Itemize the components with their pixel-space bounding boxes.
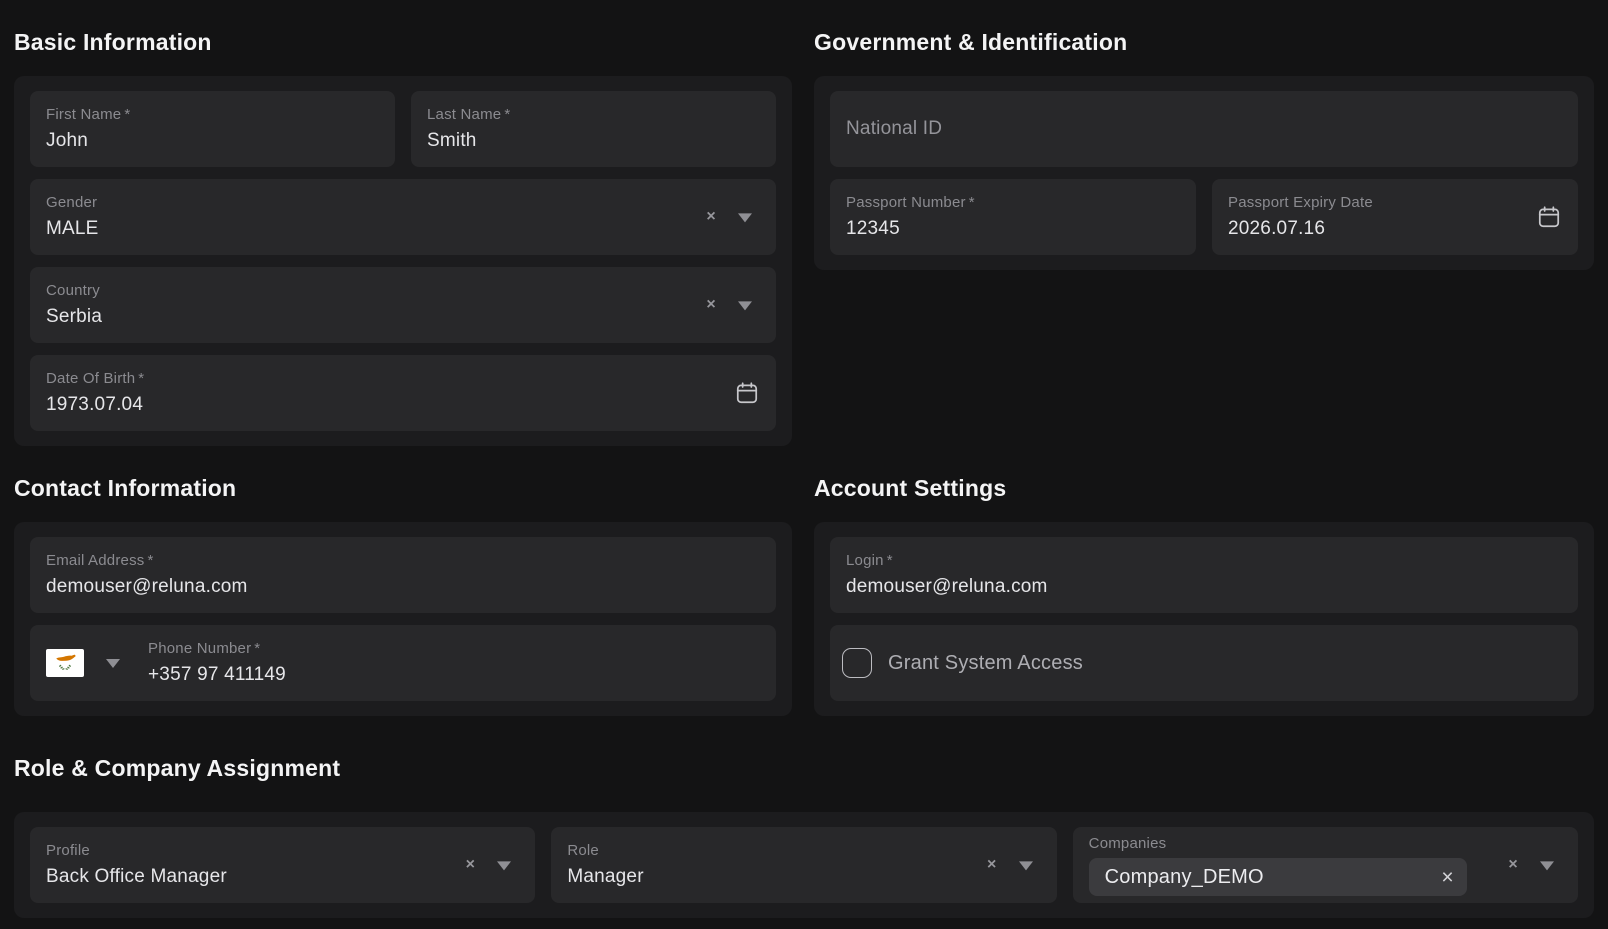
profile-label: Profile xyxy=(46,842,519,860)
chevron-down-icon[interactable] xyxy=(1019,861,1033,870)
clear-icon[interactable]: × xyxy=(461,856,479,874)
last-name-label: Last Name* xyxy=(427,106,760,124)
section-basic-information: Basic Information First Name* John Last … xyxy=(14,0,792,446)
chevron-down-icon[interactable] xyxy=(738,301,752,310)
calendar-icon[interactable] xyxy=(734,380,760,406)
passport-number-field[interactable]: Passport Number* 12345 xyxy=(830,179,1196,255)
passport-expiry-value: 2026.07.16 xyxy=(1228,217,1562,241)
calendar-icon-glyph xyxy=(734,380,760,406)
name-row: First Name* John Last Name* Smith xyxy=(30,91,776,167)
phone-number-field[interactable]: Phone Number* +357 97 411149 xyxy=(30,625,776,701)
required-asterisk: * xyxy=(147,552,153,569)
required-asterisk: * xyxy=(504,106,510,123)
email-address-label: Email Address* xyxy=(46,552,760,570)
contact-information-card: Email Address* demouser@reluna.com xyxy=(14,522,792,716)
grant-system-access-row: Grant System Access xyxy=(830,625,1578,701)
chevron-down-icon[interactable] xyxy=(106,659,120,668)
role-company-assignment-title: Role & Company Assignment xyxy=(14,754,1594,782)
basic-information-card: First Name* John Last Name* Smith Gender… xyxy=(14,76,792,446)
companies-label: Companies xyxy=(1089,835,1562,853)
country-code-selector[interactable] xyxy=(46,649,84,677)
login-label: Login* xyxy=(846,552,1562,570)
role-company-row: Profile Back Office Manager × Role Manag… xyxy=(30,827,1578,903)
date-of-birth-field[interactable]: Date Of Birth* 1973.07.04 xyxy=(30,355,776,431)
email-address-field[interactable]: Email Address* demouser@reluna.com xyxy=(30,537,776,613)
required-asterisk: * xyxy=(969,194,975,211)
chevron-down-icon[interactable] xyxy=(738,213,752,222)
passport-number-label: Passport Number* xyxy=(846,194,1180,212)
profile-select[interactable]: Profile Back Office Manager × xyxy=(30,827,535,903)
required-asterisk: * xyxy=(887,552,893,569)
phone-number-label: Phone Number* xyxy=(148,640,286,658)
role-label: Role xyxy=(567,842,1040,860)
companies-select[interactable]: Companies Company_DEMO × × xyxy=(1073,827,1578,903)
required-asterisk: * xyxy=(124,106,130,123)
top-sections-grid: Basic Information First Name* John Last … xyxy=(14,0,1594,716)
national-id-field[interactable]: National ID xyxy=(830,91,1578,167)
last-name-value: Smith xyxy=(427,129,760,153)
country-label: Country xyxy=(46,282,760,300)
first-name-label: First Name* xyxy=(46,106,379,124)
user-profile-form: Basic Information First Name* John Last … xyxy=(0,0,1608,929)
grant-system-access-checkbox[interactable] xyxy=(842,648,872,678)
basic-information-title: Basic Information xyxy=(14,28,792,56)
first-name-field[interactable]: First Name* John xyxy=(30,91,395,167)
section-account-settings: Account Settings Login* demouser@reluna.… xyxy=(814,446,1594,716)
chevron-down-icon[interactable] xyxy=(497,861,511,870)
contact-information-title: Contact Information xyxy=(14,474,792,502)
calendar-icon[interactable] xyxy=(1536,204,1562,230)
country-value: Serbia xyxy=(46,305,760,329)
government-identification-card: National ID Passport Number* 12345 Passp… xyxy=(814,76,1594,270)
chevron-down-icon[interactable] xyxy=(1540,861,1554,870)
profile-value: Back Office Manager xyxy=(46,865,519,889)
section-government-identification: Government & Identification National ID … xyxy=(814,0,1594,446)
passport-number-value: 12345 xyxy=(846,217,1180,241)
gender-value: MALE xyxy=(46,217,760,241)
role-select[interactable]: Role Manager × xyxy=(551,827,1056,903)
calendar-icon-glyph xyxy=(1536,204,1562,230)
company-chip: Company_DEMO × xyxy=(1089,858,1467,896)
phone-number-value: +357 97 411149 xyxy=(148,663,286,687)
login-field[interactable]: Login* demouser@reluna.com xyxy=(830,537,1578,613)
role-value: Manager xyxy=(567,865,1040,889)
passport-expiry-field[interactable]: Passport Expiry Date 2026.07.16 xyxy=(1212,179,1578,255)
account-settings-title: Account Settings xyxy=(814,474,1594,502)
company-chip-label: Company_DEMO xyxy=(1105,866,1264,889)
role-company-assignment-card: Profile Back Office Manager × Role Manag… xyxy=(14,812,1594,918)
gender-select[interactable]: Gender MALE × xyxy=(30,179,776,255)
email-address-value: demouser@reluna.com xyxy=(46,575,760,599)
cyprus-flag-icon xyxy=(46,649,84,677)
date-of-birth-label: Date Of Birth* xyxy=(46,370,760,388)
chip-remove-icon[interactable]: × xyxy=(1441,867,1453,888)
section-contact-information: Contact Information Email Address* demou… xyxy=(14,446,792,716)
national-id-placeholder: National ID xyxy=(846,118,942,140)
date-of-birth-value: 1973.07.04 xyxy=(46,393,760,417)
phone-number-text: Phone Number* +357 97 411149 xyxy=(148,640,286,687)
account-settings-card: Login* demouser@reluna.com Grant System … xyxy=(814,522,1594,716)
login-value: demouser@reluna.com xyxy=(846,575,1562,599)
required-asterisk: * xyxy=(138,370,144,387)
country-select[interactable]: Country Serbia × xyxy=(30,267,776,343)
clear-icon[interactable]: × xyxy=(1504,856,1522,874)
grant-system-access-label: Grant System Access xyxy=(888,652,1083,675)
last-name-field[interactable]: Last Name* Smith xyxy=(411,91,776,167)
gender-label: Gender xyxy=(46,194,760,212)
clear-icon[interactable]: × xyxy=(702,296,720,314)
section-role-company-assignment: Role & Company Assignment Profile Back O… xyxy=(14,754,1594,918)
clear-icon[interactable]: × xyxy=(983,856,1001,874)
clear-icon[interactable]: × xyxy=(702,208,720,226)
first-name-value: John xyxy=(46,129,379,153)
passport-expiry-label: Passport Expiry Date xyxy=(1228,194,1562,212)
government-identification-title: Government & Identification xyxy=(814,28,1594,56)
required-asterisk: * xyxy=(254,640,260,657)
passport-row: Passport Number* 12345 Passport Expiry D… xyxy=(830,179,1578,255)
